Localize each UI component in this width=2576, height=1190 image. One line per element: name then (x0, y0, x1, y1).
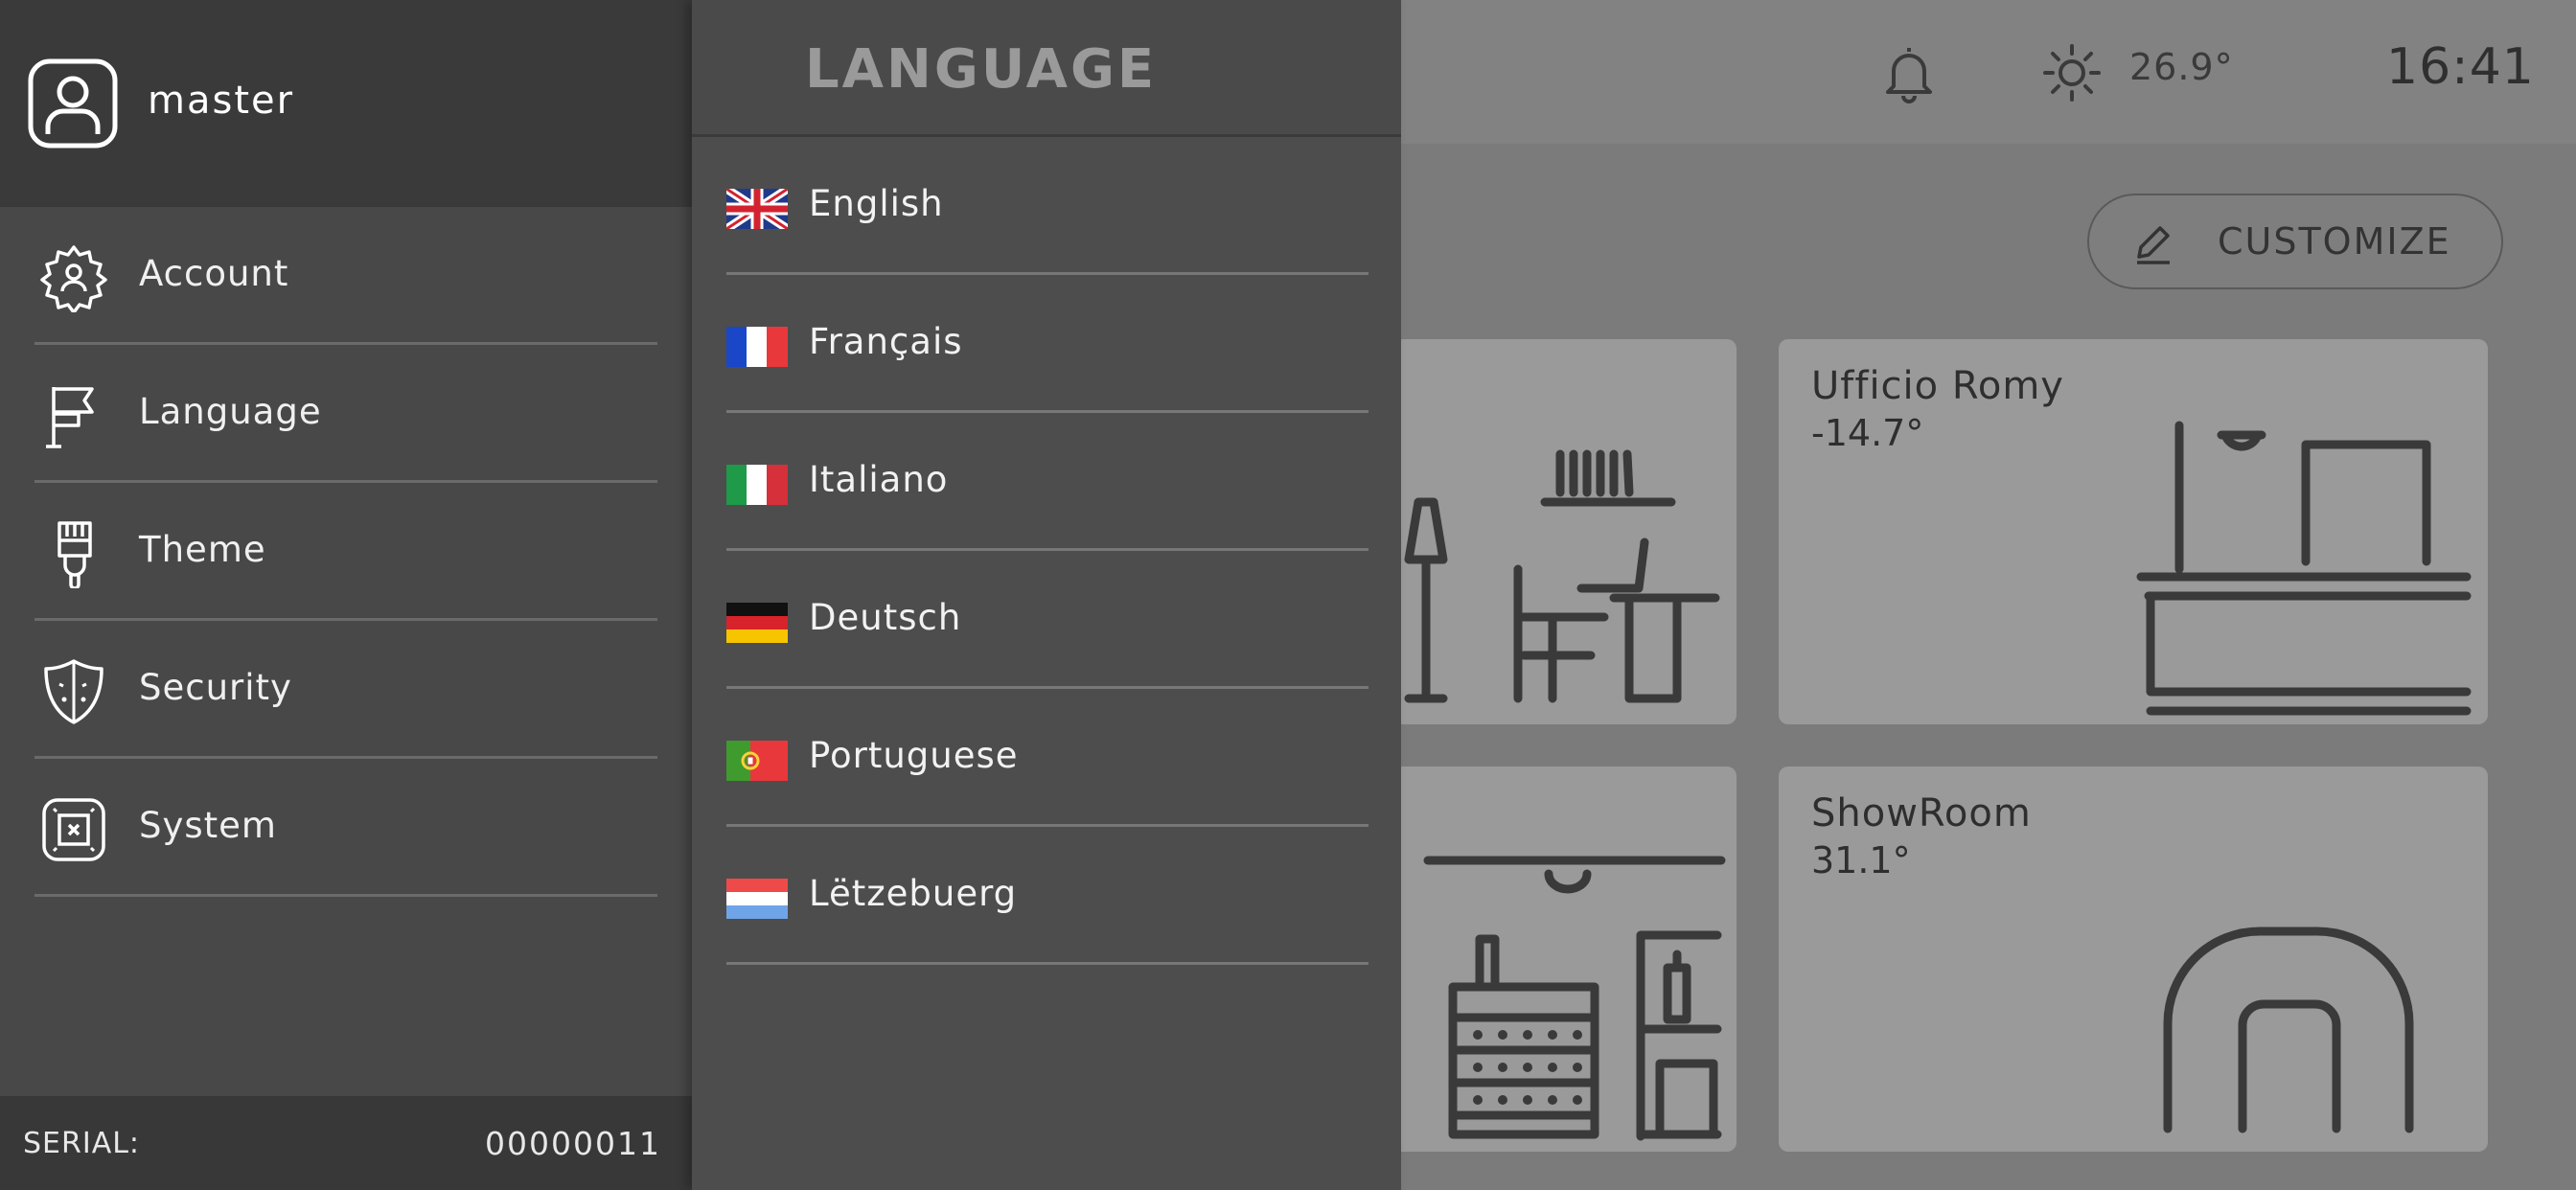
language-label: Français (809, 321, 963, 362)
sidebar-item-language[interactable]: Language (34, 345, 657, 483)
language-option-portuguese[interactable]: Portuguese (726, 689, 1368, 827)
username: master (148, 79, 295, 123)
brush-icon (58, 521, 92, 588)
language-option-italiano[interactable]: Italiano (726, 413, 1368, 551)
desk-lamp-icon (2136, 421, 2472, 716)
uk-flag-icon (726, 189, 788, 229)
user-avatar-icon (28, 58, 118, 149)
room-card-showroom[interactable]: ShowRoom 31.1° (1779, 767, 2488, 1152)
pencil-icon (2137, 226, 2170, 264)
room-card-ufficio-romy[interactable]: Ufficio Romy -14.7° (1779, 339, 2488, 724)
sidebar-item-label: Account (139, 253, 289, 294)
sidebar-item-account[interactable]: Account (34, 207, 657, 345)
outdoor-temperature: 26.9° (2129, 46, 2234, 88)
sidebar-item-label: Security (139, 667, 292, 708)
sidebar-item-label: Language (139, 391, 322, 432)
user-header[interactable]: master (0, 0, 692, 207)
language-option-francais[interactable]: Français (726, 275, 1368, 413)
language-option-english[interactable]: English (726, 137, 1368, 275)
italy-flag-icon (726, 465, 788, 505)
language-option-deutsch[interactable]: Deutsch (726, 551, 1368, 689)
language-label: Portuguese (809, 735, 1019, 776)
germany-flag-icon (726, 603, 788, 643)
sidebar-item-security[interactable]: Security (34, 621, 657, 759)
language-panel-header: LANGUAGE (692, 0, 1401, 137)
luxembourg-flag-icon (726, 879, 788, 919)
app-root: 26.9° 16:41 CUSTOMIZE Ufficio Romy -14.7… (0, 0, 2576, 1190)
language-label: Lëtzebuerg (809, 873, 1018, 914)
bell-icon[interactable] (1880, 42, 1938, 105)
sidebar: master Account Language Theme Security S… (0, 0, 692, 1190)
clock: 16:41 (2386, 38, 2535, 96)
sidebar-item-label: Theme (139, 529, 266, 570)
serial-label: SERIAL: (23, 1127, 141, 1160)
panel-title: LANGUAGE (805, 38, 1158, 101)
language-label: Deutsch (809, 597, 962, 638)
language-option-letzebuerg[interactable]: Lëtzebuerg (726, 827, 1368, 965)
sidebar-item-system[interactable]: System (34, 759, 657, 897)
sidebar-item-theme[interactable]: Theme (34, 483, 657, 621)
customize-button[interactable]: CUSTOMIZE (2087, 194, 2503, 289)
arch-icon (2163, 927, 2414, 1133)
sidebar-item-label: System (139, 805, 277, 846)
language-label: English (809, 183, 944, 224)
serial-value: 00000011 (485, 1125, 661, 1162)
portugal-flag-icon (726, 741, 788, 781)
serial-footer: SERIAL: 00000011 (0, 1096, 692, 1190)
gear-user-icon (40, 245, 107, 312)
france-flag-icon (726, 327, 788, 367)
language-panel: LANGUAGE English Français Italiano Deuts… (692, 0, 1401, 1190)
customize-label: CUSTOMIZE (2218, 220, 2451, 263)
shield-icon (44, 659, 104, 724)
flag-icon (46, 387, 94, 448)
system-chip-icon (42, 798, 105, 861)
language-label: Italiano (809, 459, 949, 500)
sun-icon (2043, 44, 2101, 102)
